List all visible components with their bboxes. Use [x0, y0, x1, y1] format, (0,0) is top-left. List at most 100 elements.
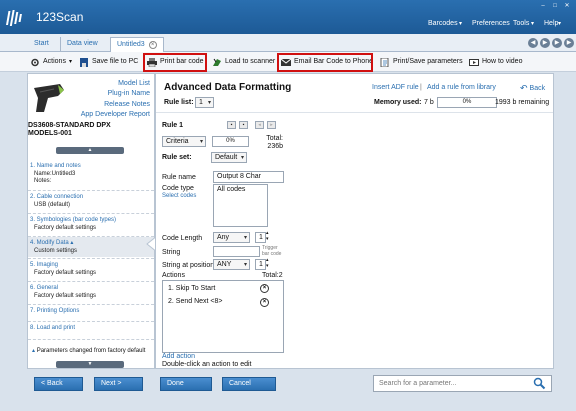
- close-icon[interactable]: ✕: [562, 2, 572, 10]
- highlight-email-barcode: [277, 53, 373, 72]
- rule-name-input[interactable]: Output 8 Char: [213, 171, 284, 183]
- maximize-icon[interactable]: □: [550, 2, 560, 10]
- code-length-value: Any: [217, 234, 230, 241]
- tab-untitled3[interactable]: Untitled3 ×: [110, 37, 164, 52]
- app-title: 123Scan: [36, 10, 84, 24]
- cancel-button[interactable]: Cancel: [222, 377, 276, 391]
- code-length-select[interactable]: Any ▾: [213, 232, 250, 243]
- nav-refresh-icon[interactable]: ▶: [552, 38, 562, 48]
- toolbar: Actions ▾ Save file to PC Print bar code…: [0, 52, 576, 72]
- load-scanner-label: Load to scanner: [225, 58, 276, 65]
- step-printing-options[interactable]: 7. Printing Options: [28, 306, 154, 320]
- step-sub: Factory default settings: [34, 225, 97, 231]
- tab-close-icon[interactable]: ×: [148, 41, 157, 49]
- back-button[interactable]: < Back: [34, 377, 83, 391]
- step-title-text: 4. Modify Data: [30, 240, 69, 246]
- chevron-down-icon: ▾: [240, 155, 244, 161]
- actions-list[interactable]: 1. Skip To Start × 2. Send Next <8> ×: [162, 280, 284, 353]
- string-position-label: String at position: [162, 262, 215, 269]
- code-length-number[interactable]: 1: [255, 232, 266, 243]
- rule-list-select[interactable]: 1 ▾: [195, 97, 214, 108]
- tab-bar: Start Data view Untitled3 × ◀ ▶ ▶ ▶: [0, 34, 576, 52]
- action-item[interactable]: 2. Send Next <8>: [168, 298, 222, 305]
- step-general[interactable]: 6. General Factory default settings: [28, 283, 154, 303]
- menu-barcodes-arrow: ▾: [459, 21, 463, 27]
- step-title: 4. Modify Data ▴: [28, 237, 154, 246]
- string-label: String: [162, 249, 181, 256]
- move-down-icon[interactable]: ▸: [267, 121, 276, 129]
- save-file-button[interactable]: Save file to PC: [79, 55, 138, 69]
- tab-data-view[interactable]: Data view: [60, 37, 104, 52]
- rule-set-select[interactable]: Default ▾: [211, 152, 247, 163]
- move-up-icon[interactable]: ◂: [255, 121, 264, 129]
- step-sub: Name:Untitled3: [34, 171, 76, 177]
- collapse-down-bar[interactable]: ▼: [56, 361, 124, 368]
- tab-untitled3-label: Untitled3: [117, 41, 145, 48]
- action-item[interactable]: 1. Skip To Start: [168, 285, 215, 292]
- string-input[interactable]: [213, 246, 260, 257]
- back-link-label: Back: [529, 85, 546, 92]
- collapse-up-bar[interactable]: ▲: [56, 147, 124, 154]
- step-imaging[interactable]: 5. Imaging Factory default settings: [28, 260, 154, 280]
- print-save-icon: [380, 57, 390, 67]
- rule-set-value: Default: [215, 154, 238, 161]
- step-sub: Factory default settings: [34, 270, 97, 276]
- menu-tools[interactable]: Tools: [513, 20, 529, 27]
- link-plugin-name[interactable]: Plug-in Name: [108, 90, 150, 97]
- link-model-list[interactable]: Model List: [118, 80, 150, 87]
- page-title: Advanced Data Formatting: [164, 82, 292, 93]
- string-position-value: ANY: [217, 261, 232, 268]
- actions-button[interactable]: Actions ▾: [30, 55, 72, 69]
- step-load-print[interactable]: 8. Load and print: [28, 323, 154, 337]
- save-icon: [79, 57, 89, 67]
- actions-label: Actions: [43, 58, 66, 65]
- actions-dropdown-icon: ▾: [68, 59, 72, 65]
- string-position-select[interactable]: ANY ▾: [213, 259, 250, 270]
- link-app-developer-report[interactable]: App Developer Report: [81, 111, 150, 118]
- search-icon[interactable]: [533, 377, 546, 390]
- how-to-video-button[interactable]: How to video: [469, 55, 522, 69]
- spinner-down-icon[interactable]: ▾: [266, 236, 269, 242]
- step-divider: [28, 190, 154, 191]
- code-type-list[interactable]: All codes: [213, 184, 268, 227]
- memory-remaining: 1993 b remaining: [495, 99, 550, 106]
- back-link[interactable]: ↶ Back: [520, 83, 545, 94]
- load-scanner-button[interactable]: Load to scanner: [212, 55, 275, 69]
- step-cable-connection[interactable]: 2. Cable connection USB (default): [28, 192, 154, 212]
- rule-list-label: Rule list:: [164, 99, 194, 106]
- nav-forward-icon[interactable]: ▶: [540, 38, 550, 48]
- scanner-load-icon: [212, 58, 222, 67]
- tab-start[interactable]: Start: [28, 37, 55, 52]
- link-release-notes[interactable]: Release Notes: [104, 101, 150, 108]
- parameter-search-input[interactable]: Search for a parameter...: [373, 375, 552, 392]
- step-name-notes[interactable]: 1. Name and notes Name:Untitled3 Notes:: [28, 160, 154, 188]
- window-controls: – □ ✕: [538, 2, 572, 10]
- menu-barcodes[interactable]: Barcodes: [428, 20, 458, 27]
- minimize-icon[interactable]: –: [538, 2, 548, 10]
- spinner-down-icon[interactable]: ▾: [266, 263, 269, 269]
- model-name: DS3608-STANDARD DPX MODELS-001: [28, 122, 111, 138]
- save-rule-icon[interactable]: ▪: [227, 121, 236, 129]
- next-button[interactable]: Next >: [94, 377, 143, 391]
- zebra-logo-icon: [6, 10, 22, 26]
- insert-adf-rule-link[interactable]: Insert ADF rule: [372, 84, 419, 91]
- remove-action-icon[interactable]: ×: [260, 298, 269, 307]
- criteria-select[interactable]: Criteria ▾: [162, 136, 206, 147]
- step-title: 2. Cable connection: [30, 194, 84, 200]
- nav-back-icon[interactable]: ◀: [528, 38, 538, 48]
- menu-help[interactable]: Help: [544, 20, 558, 27]
- done-button[interactable]: Done: [160, 377, 212, 391]
- remove-action-icon[interactable]: ×: [260, 284, 269, 293]
- add-action-link[interactable]: Add action: [162, 353, 195, 360]
- string-position-number[interactable]: 1: [255, 259, 266, 270]
- step-symbologies[interactable]: 3. Symbologies (bar code types) Factory …: [28, 215, 154, 235]
- step-modify-data[interactable]: 4. Modify Data ▴ Custom settings: [28, 237, 154, 257]
- footnote: ▴ Parameters changed from factory defaul…: [32, 347, 145, 354]
- nav-next-icon[interactable]: ▶: [564, 38, 574, 48]
- print-rule-icon[interactable]: ▪: [239, 121, 248, 129]
- menu-preferences[interactable]: Preferences: [472, 20, 510, 27]
- print-save-button[interactable]: Print/Save parameters: [380, 55, 463, 69]
- select-codes-link[interactable]: Select codes: [162, 193, 196, 199]
- add-rule-library-link[interactable]: Add a rule from library: [427, 84, 496, 91]
- step-divider: [28, 304, 154, 305]
